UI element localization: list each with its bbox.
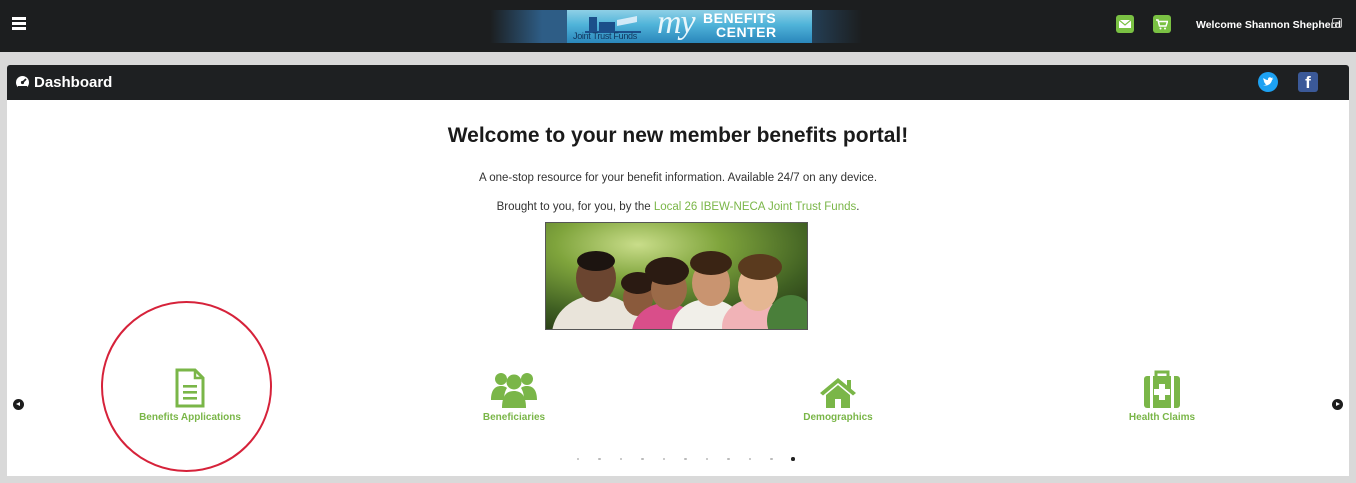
tile-label: Benefits Applications bbox=[139, 412, 241, 423]
welcome-headline: Welcome to your new member benefits port… bbox=[447, 124, 909, 147]
brought-by-prefix: Brought to you, for you, by the bbox=[496, 201, 654, 213]
logo-org-text: Joint Trust Funds bbox=[573, 31, 637, 41]
carousel-dot[interactable] bbox=[718, 455, 740, 463]
tile-demographics[interactable]: Demographics bbox=[748, 362, 928, 423]
user-caret-icon[interactable] bbox=[1332, 18, 1342, 28]
users-icon bbox=[491, 373, 537, 408]
carousel-prev-button[interactable] bbox=[13, 399, 24, 410]
carousel-dot[interactable] bbox=[589, 455, 611, 463]
carousel-dot[interactable] bbox=[782, 455, 804, 463]
facebook-icon[interactable]: f bbox=[1298, 72, 1318, 92]
document-icon bbox=[175, 368, 205, 408]
carousel-dot[interactable] bbox=[675, 455, 697, 463]
carousel-dot[interactable] bbox=[653, 455, 675, 463]
carousel-dot[interactable] bbox=[739, 455, 761, 463]
carousel-dot[interactable] bbox=[610, 455, 632, 463]
carousel-dot[interactable] bbox=[696, 455, 718, 463]
tile-label: Health Claims bbox=[1128, 412, 1196, 423]
tile-health-claims[interactable]: Health Claims bbox=[1072, 362, 1252, 423]
dashboard-gauge-icon bbox=[16, 76, 29, 89]
mail-icon bbox=[1119, 19, 1131, 28]
family-photo bbox=[545, 222, 808, 330]
main-panel: Welcome to your new member benefits port… bbox=[7, 100, 1349, 476]
mail-button[interactable] bbox=[1116, 15, 1134, 33]
cart-button[interactable] bbox=[1153, 15, 1171, 33]
brought-by-text: Brought to you, for you, by the Local 26… bbox=[7, 201, 1349, 213]
carousel-dot[interactable] bbox=[632, 455, 654, 463]
tile-beneficiaries[interactable]: Beneficiaries bbox=[424, 362, 604, 423]
tile-label: Beneficiaries bbox=[482, 412, 546, 423]
page-title: Dashboard bbox=[34, 74, 113, 91]
top-navbar: Joint Trust Funds my BENEFITS CENTER Wel… bbox=[0, 0, 1356, 52]
logo-my-text: my bbox=[657, 10, 696, 41]
carousel-dot[interactable] bbox=[761, 455, 783, 463]
carousel-next-button[interactable] bbox=[1332, 399, 1343, 410]
logo-center-text: CENTER bbox=[716, 24, 777, 40]
cart-icon bbox=[1156, 19, 1168, 30]
home-icon bbox=[820, 378, 856, 408]
carousel-dot[interactable] bbox=[567, 455, 589, 463]
dashboard-header: Dashboard f bbox=[7, 65, 1349, 100]
carousel-pagination bbox=[567, 455, 804, 463]
welcome-user-text[interactable]: Welcome Shannon Shepherd bbox=[1196, 19, 1341, 31]
my-benefits-center-logo[interactable]: Joint Trust Funds my BENEFITS CENTER bbox=[567, 10, 812, 43]
trust-funds-link[interactable]: Local 26 IBEW-NECA Joint Trust Funds bbox=[654, 201, 856, 213]
tile-label: Demographics bbox=[803, 412, 873, 423]
brought-by-suffix: . bbox=[856, 201, 860, 213]
twitter-icon[interactable] bbox=[1258, 72, 1278, 92]
menu-icon[interactable] bbox=[12, 17, 26, 30]
family-photo-illustration bbox=[546, 223, 807, 329]
tile-benefits-applications[interactable]: Benefits Applications bbox=[100, 362, 280, 423]
medkit-icon bbox=[1144, 370, 1180, 408]
intro-text: A one-stop resource for your benefit inf… bbox=[478, 172, 878, 184]
logo-benefits-text: BENEFITS bbox=[703, 10, 777, 26]
